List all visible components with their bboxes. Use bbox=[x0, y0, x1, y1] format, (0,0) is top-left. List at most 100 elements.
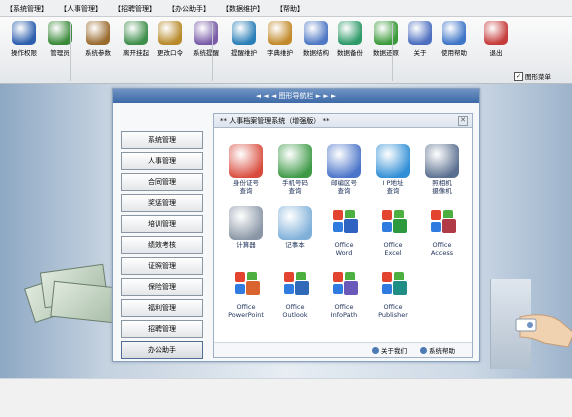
office-word-icon bbox=[327, 206, 361, 240]
restore-icon bbox=[374, 21, 398, 45]
help-icon bbox=[442, 21, 466, 45]
content-header: ** 人事档案管理系统（增强版） ** ✕ bbox=[214, 114, 472, 128]
graphic-navigation-panel: ◄ ◄ ◄ 图形导航栏 ► ► ► 系统管理 人事管理 合同管理 奖惩管理 培训管理 绩效… bbox=[112, 88, 572, 362]
menu-item-5[interactable]: 【帮助】 bbox=[270, 4, 310, 14]
backup-icon bbox=[338, 21, 362, 45]
sidebar-item-4[interactable]: 培训管理 bbox=[121, 215, 203, 233]
tool-tile-label: Office Excel bbox=[383, 241, 403, 257]
sidebar: 系统管理人事管理合同管理奖惩管理培训管理绩效考核证照管理保险管理福利管理招聘管理… bbox=[121, 131, 203, 362]
graphic-menu-label: 图形菜单 bbox=[525, 73, 551, 81]
menu-item-1[interactable]: 【人事管理】 bbox=[54, 4, 108, 14]
toolbar-button-2[interactable]: 系统参数 bbox=[78, 21, 118, 81]
toolbar-button-7[interactable]: 字典维护 bbox=[260, 21, 300, 81]
toolbar-button-13[interactable]: 退出 bbox=[476, 21, 516, 81]
tool-tile-label: Office Outlook bbox=[282, 303, 308, 319]
tool-tile-label: Office Word bbox=[334, 241, 354, 257]
toolbar-separator bbox=[212, 23, 213, 81]
camera-icon bbox=[425, 144, 459, 178]
toolbar-label: 系统参数 bbox=[85, 49, 111, 57]
sidebar-item-3[interactable]: 奖惩管理 bbox=[121, 194, 203, 212]
content-area: ** 人事档案管理系统（增强版） ** ✕ 身份证号 查询 手机号码 查询 邮编区号… bbox=[213, 113, 572, 358]
tool-tile-9[interactable]: Office Access bbox=[418, 206, 466, 257]
menu-item-3[interactable]: 【办公助手】 bbox=[162, 4, 216, 14]
users-key-icon bbox=[12, 21, 36, 45]
toolbar-label: 提醒维护 bbox=[231, 49, 257, 57]
about-icon bbox=[408, 21, 432, 45]
exit-icon bbox=[484, 21, 508, 45]
office-outlook-icon bbox=[278, 268, 312, 302]
toolbar-button-1[interactable]: 管理员 bbox=[40, 21, 80, 81]
hand-pointer-icon bbox=[515, 314, 572, 348]
about-us-label: 关于我们 bbox=[381, 347, 407, 355]
sidebar-item-6[interactable]: 证照管理 bbox=[121, 257, 203, 275]
tool-tile-label: Office InfoPath bbox=[330, 303, 358, 319]
tools-icon bbox=[86, 21, 110, 45]
tool-tile-label: Office Publisher bbox=[378, 303, 408, 319]
sidebar-item-5[interactable]: 绩效考核 bbox=[121, 236, 203, 254]
office-powerpoint-icon bbox=[229, 268, 263, 302]
toolbar-button-0[interactable]: 操作权限 bbox=[4, 21, 44, 81]
sidebar-item-1[interactable]: 人事管理 bbox=[121, 152, 203, 170]
toolbar-button-12[interactable]: 使用帮助 bbox=[434, 21, 474, 81]
tool-tile-11[interactable]: Office Outlook bbox=[271, 268, 319, 319]
tool-tile-label: 身份证号 查询 bbox=[233, 179, 259, 195]
tool-tile-7[interactable]: Office Word bbox=[320, 206, 368, 257]
graphic-menu-toggle[interactable]: ✓ 图形菜单 bbox=[514, 71, 551, 81]
sidebar-item-7[interactable]: 保险管理 bbox=[121, 278, 203, 296]
sidebar-item-9[interactable]: 招聘管理 bbox=[121, 320, 203, 338]
toolbar-label: 字典维护 bbox=[267, 49, 293, 57]
app-window: 【系统管理】 【人事管理】 【招聘管理】 【办公助手】 【数据维护】 【帮助】 ✓ 图形菜… bbox=[0, 2, 572, 379]
toolbar-separator bbox=[70, 23, 71, 81]
about-us-link[interactable]: 关于我们 bbox=[372, 345, 407, 355]
tool-tile-4[interactable]: 照相机 摄像机 bbox=[418, 144, 466, 195]
toolbar-button-9[interactable]: 数据备份 bbox=[330, 21, 370, 81]
tool-tile-label: I P地址 查询 bbox=[382, 179, 404, 195]
toolbar-label: 系统提醒 bbox=[193, 49, 219, 57]
postcode-query-icon bbox=[327, 144, 361, 178]
toolbar-separator bbox=[392, 23, 393, 81]
leave-user-icon bbox=[124, 21, 148, 45]
mobile-query-icon bbox=[278, 144, 312, 178]
tool-tile-10[interactable]: Office PowerPoint bbox=[222, 268, 270, 319]
key-icon bbox=[158, 21, 182, 45]
office-excel-icon bbox=[376, 206, 410, 240]
toolbar-label: 管理员 bbox=[50, 49, 70, 57]
tool-tile-13[interactable]: Office Publisher bbox=[369, 268, 417, 319]
menu-item-2[interactable]: 【招聘管理】 bbox=[108, 4, 162, 14]
sidebar-item-0[interactable]: 系统管理 bbox=[121, 131, 203, 149]
sidebar-item-8[interactable]: 福利管理 bbox=[121, 299, 203, 317]
tool-tile-6[interactable]: 记事本 bbox=[271, 206, 319, 249]
tool-tile-2[interactable]: 邮编区号 查询 bbox=[320, 144, 368, 195]
tool-tile-label: 记事本 bbox=[285, 241, 305, 249]
menu-item-4[interactable]: 【数据维护】 bbox=[216, 4, 270, 14]
toolbar-label: 退出 bbox=[489, 49, 503, 57]
toolbar-label: 操作权限 bbox=[11, 49, 37, 57]
tool-tile-12[interactable]: Office InfoPath bbox=[320, 268, 368, 319]
system-help-link[interactable]: 系统帮助 bbox=[420, 345, 455, 355]
sidebar-item-2[interactable]: 合同管理 bbox=[121, 173, 203, 191]
office-publisher-icon bbox=[376, 268, 410, 302]
close-icon[interactable]: ✕ bbox=[458, 116, 468, 126]
sidebar-item-10[interactable]: 办公助手 bbox=[121, 341, 203, 359]
content-title: ** 人事档案管理系统（增强版） ** bbox=[220, 117, 330, 125]
tool-tile-5[interactable]: 计算器 bbox=[222, 206, 270, 249]
menu-item-0[interactable]: 【系统管理】 bbox=[0, 4, 54, 14]
toolbar-button-6[interactable]: 提醒维护 bbox=[224, 21, 264, 81]
tool-tile-0[interactable]: 身份证号 查询 bbox=[222, 144, 270, 195]
calculator-icon bbox=[229, 206, 263, 240]
ip-query-icon bbox=[376, 144, 410, 178]
tool-tile-1[interactable]: 手机号码 查询 bbox=[271, 144, 319, 195]
tool-tile-label: 照相机 摄像机 bbox=[432, 179, 452, 195]
id-card-query-icon bbox=[229, 144, 263, 178]
db-structure-icon bbox=[304, 21, 328, 45]
tool-tile-3[interactable]: I P地址 查询 bbox=[369, 144, 417, 195]
content-footer: 关于我们 系统帮助 bbox=[214, 342, 472, 357]
toolbar: ✓ 图形菜单 操作权限 管理员 系统参数 离开挂起 更改口令 系统提醒 提醒维护 字典维护 数据… bbox=[0, 17, 572, 84]
toolbar-button-5[interactable]: 系统提醒 bbox=[186, 21, 226, 81]
tool-tile-label: 邮编区号 查询 bbox=[331, 179, 357, 195]
office-access-icon bbox=[425, 206, 459, 240]
about-icon bbox=[372, 346, 379, 354]
tool-tile-8[interactable]: Office Excel bbox=[369, 206, 417, 257]
toolbar-button-4[interactable]: 更改口令 bbox=[150, 21, 190, 81]
toolbar-label: 使用帮助 bbox=[441, 49, 467, 57]
